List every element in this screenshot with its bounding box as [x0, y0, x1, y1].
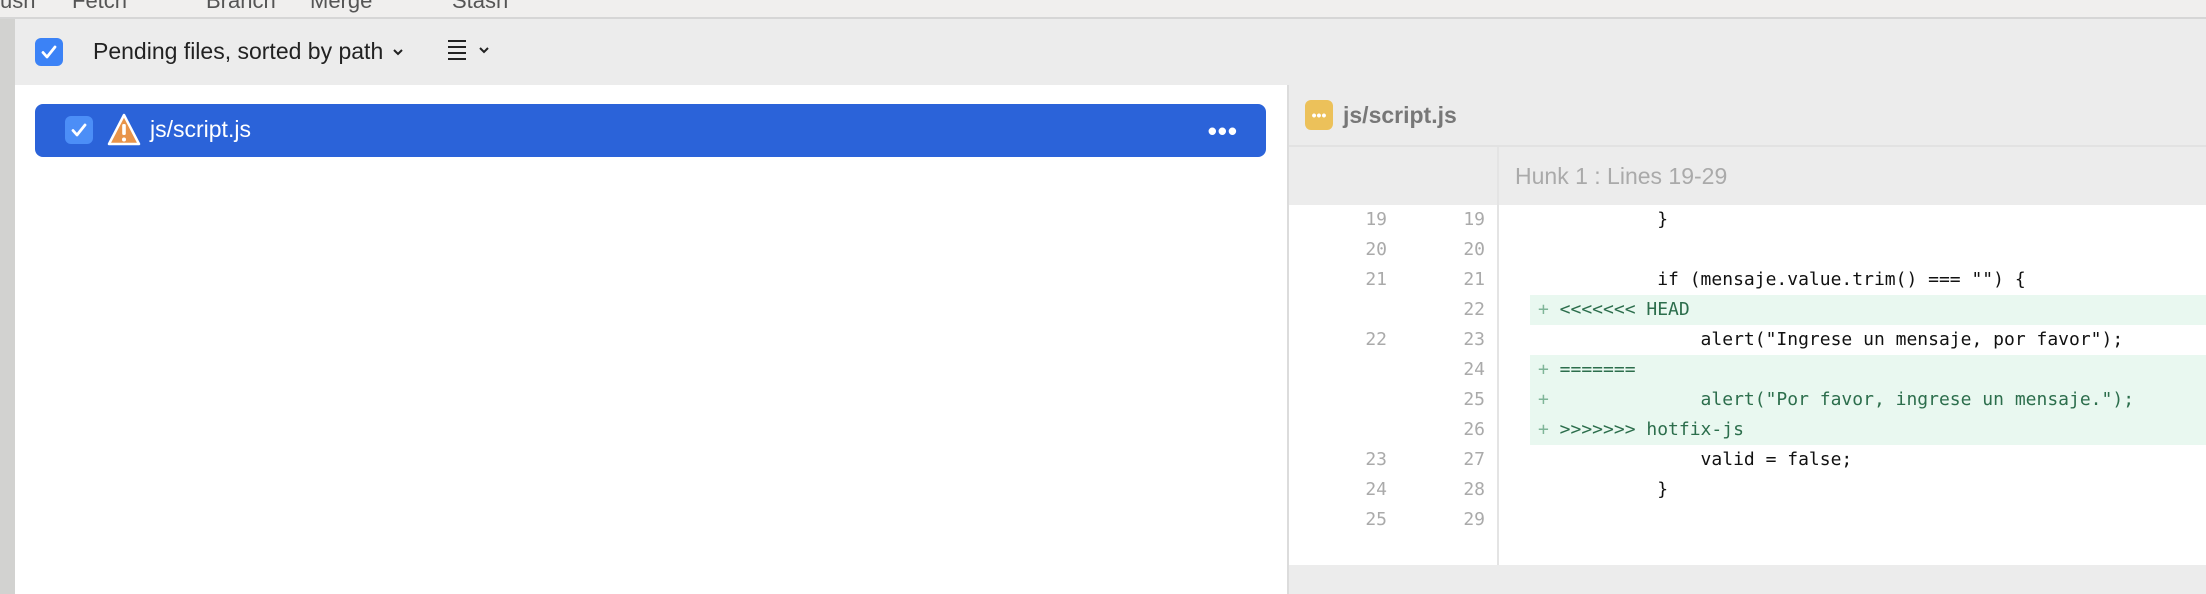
warning-icon — [107, 113, 141, 146]
diff-footer — [1289, 565, 2206, 594]
diff-line: 25 29 — [1289, 505, 2206, 535]
code-text: } — [1530, 475, 2206, 505]
new-line-number: 24 — [1463, 359, 1485, 380]
code-text: valid = false; — [1530, 445, 2206, 475]
toolbar-merge[interactable]: Merge — [310, 0, 372, 14]
diff-line: 25 + alert("Por favor, ingrese un mensaje… — [1289, 385, 2206, 415]
file-path: js/script.js — [150, 116, 251, 142]
code-content: alert("Ingrese un mensaje, por favor"); — [1559, 329, 2124, 350]
code-content: >>>>>>> hotfix-js — [1559, 419, 1744, 440]
old-line-number: 20 — [1365, 239, 1387, 260]
checkmark-icon — [71, 123, 87, 137]
new-line-number: 27 — [1463, 449, 1485, 470]
hunk-label: Hunk 1 : Lines 19-29 — [1515, 163, 1728, 189]
diff-prefix: + — [1538, 419, 1549, 440]
more-options-icon[interactable]: ••• — [1208, 116, 1238, 147]
diff-prefix: + — [1538, 359, 1549, 380]
hunk-header: Hunk 1 : Lines 19-29 — [1289, 147, 2206, 205]
view-mode-button[interactable] — [447, 39, 491, 61]
old-line-number: 22 — [1365, 329, 1387, 350]
old-line-number: 19 — [1365, 209, 1387, 230]
list-icon — [448, 40, 466, 60]
toolbar-push[interactable]: ush — [0, 0, 35, 14]
new-line-number: 26 — [1463, 419, 1485, 440]
diff-line: 26 + >>>>>>> hotfix-js — [1289, 415, 2206, 445]
diff-line: 24 + ======= — [1289, 355, 2206, 385]
modified-file-icon: ••• — [1305, 100, 1333, 130]
checkmark-icon — [41, 45, 57, 59]
code-text: + alert("Por favor, ingrese un mensaje."… — [1530, 385, 2206, 415]
code-content: ======= — [1559, 359, 1636, 380]
diff-line: 20 20 — [1289, 235, 2206, 265]
toolbar-stash[interactable]: Stash — [452, 0, 508, 14]
toolbar-branch[interactable]: Branch — [206, 0, 276, 14]
old-line-number: 25 — [1365, 509, 1387, 530]
code-content: if (mensaje.value.trim() === "") { — [1559, 269, 2026, 290]
new-line-number: 19 — [1463, 209, 1485, 230]
code-content: alert("Por favor, ingrese un mensaje."); — [1559, 389, 2135, 410]
diff-line: 22 23 alert("Ingrese un mensaje, por favo… — [1289, 325, 2206, 355]
file-checkbox[interactable] — [65, 116, 93, 144]
file-list: js/script.js ••• — [15, 85, 1287, 594]
filter-bar: Pending files, sorted by path — [15, 19, 2206, 85]
diff-line: 23 27 valid = false; — [1289, 445, 2206, 475]
new-line-number: 21 — [1463, 269, 1485, 290]
code-content: <<<<<<< HEAD — [1559, 299, 1690, 320]
new-line-number: 23 — [1463, 329, 1485, 350]
new-line-number: 28 — [1463, 479, 1485, 500]
old-line-number: 23 — [1365, 449, 1387, 470]
code-content: } — [1559, 209, 1669, 230]
code-text: if (mensaje.value.trim() === "") { — [1530, 265, 2206, 295]
diff-line: 21 21 if (mensaje.value.trim() === "") { — [1289, 265, 2206, 295]
diff-file-header: ••• js/script.js — [1289, 85, 2206, 147]
diff-prefix: + — [1538, 389, 1549, 410]
diff-line: 24 28 } — [1289, 475, 2206, 505]
sidebar-edge — [0, 19, 15, 594]
code-text: + <<<<<<< HEAD — [1530, 295, 2206, 325]
old-line-number: 24 — [1365, 479, 1387, 500]
main-toolbar: ush Fetch Branch Merge Stash — [0, 0, 2206, 19]
diff-prefix: + — [1538, 299, 1549, 320]
code-text: + >>>>>>> hotfix-js — [1530, 415, 2206, 445]
code-text: alert("Ingrese un mensaje, por favor"); — [1530, 325, 2206, 355]
old-line-number: 21 — [1365, 269, 1387, 290]
diff-panel: ••• js/script.js Hunk 1 : Lines 19-29 19… — [1289, 85, 2206, 594]
select-all-checkbox[interactable] — [35, 38, 63, 66]
chevron-down-icon — [393, 48, 403, 55]
new-line-number: 22 — [1463, 299, 1485, 320]
code-text: } — [1530, 205, 2206, 235]
new-line-number: 29 — [1463, 509, 1485, 530]
file-row[interactable]: js/script.js ••• — [35, 104, 1266, 157]
diff-lines: 19 19 } 20 20 21 21 if (mensaje.value.trim() … — [1289, 205, 2206, 535]
sort-dropdown[interactable]: Pending files, sorted by path — [93, 38, 405, 65]
sort-label: Pending files, sorted by path — [93, 38, 384, 64]
diff-line: 19 19 } — [1289, 205, 2206, 235]
new-line-number: 25 — [1463, 389, 1485, 410]
toolbar-fetch[interactable]: Fetch — [72, 0, 127, 14]
chevron-down-icon — [479, 47, 489, 54]
code-text: + ======= — [1530, 355, 2206, 385]
code-content: } — [1559, 479, 1669, 500]
code-content: valid = false; — [1559, 449, 1853, 470]
diff-file-title: js/script.js — [1343, 102, 1457, 128]
diff-line: 22 + <<<<<<< HEAD — [1289, 295, 2206, 325]
new-line-number: 20 — [1463, 239, 1485, 260]
